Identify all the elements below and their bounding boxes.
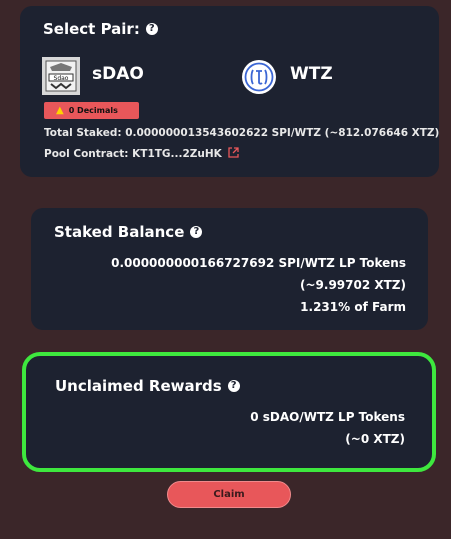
claim-button[interactable]: Claim bbox=[167, 481, 291, 508]
decimals-badge-label: 0 Decimals bbox=[68, 106, 118, 115]
select-pair-label: Select Pair: bbox=[43, 20, 140, 38]
help-icon[interactable]: ? bbox=[145, 23, 158, 35]
token-a-name: sDAO bbox=[92, 64, 144, 84]
external-link-icon[interactable] bbox=[228, 147, 239, 161]
staked-amount: 0.000000000166727692 SPI/WTZ LP Tokens bbox=[111, 256, 406, 270]
select-pair-title: Select Pair:? bbox=[43, 20, 158, 38]
staked-balance-card: Staked Balance? 0.000000000166727692 SPI… bbox=[31, 208, 428, 330]
wtz-logo-icon bbox=[241, 59, 277, 95]
help-icon[interactable]: ? bbox=[227, 380, 240, 392]
warning-icon: ▲ bbox=[56, 105, 64, 116]
help-icon[interactable]: ? bbox=[190, 226, 203, 238]
select-pair-card: Select Pair:? Sdao sDAO WTZ ▲ 0 Decimals… bbox=[20, 6, 439, 177]
sdao-logo-icon: Sdao bbox=[42, 57, 80, 95]
unclaimed-rewards-card: Unclaimed Rewards? 0 sDAO/WTZ LP Tokens … bbox=[22, 352, 436, 472]
staked-xtz-value: (~9.99702 XTZ) bbox=[300, 278, 406, 292]
staked-balance-title: Staked Balance? bbox=[54, 223, 203, 241]
pool-contract-text: Pool Contract: KT1TG...2ZuHK bbox=[44, 148, 222, 160]
decimals-badge: ▲ 0 Decimals bbox=[44, 102, 139, 119]
unclaimed-rewards-label: Unclaimed Rewards bbox=[55, 377, 222, 395]
total-staked-text: Total Staked: 0.000000013543602622 SPI/W… bbox=[44, 127, 440, 139]
unclaimed-rewards-title: Unclaimed Rewards? bbox=[55, 377, 240, 395]
rewards-xtz-value: (~0 XTZ) bbox=[345, 432, 405, 446]
farm-percent: 1.231% of Farm bbox=[300, 300, 406, 314]
staked-balance-label: Staked Balance bbox=[54, 223, 185, 241]
rewards-amount: 0 sDAO/WTZ LP Tokens bbox=[250, 410, 405, 424]
token-b-name: WTZ bbox=[290, 64, 333, 84]
svg-text:Sdao: Sdao bbox=[54, 75, 69, 82]
pool-contract-line: Pool Contract: KT1TG...2ZuHK bbox=[44, 147, 239, 161]
